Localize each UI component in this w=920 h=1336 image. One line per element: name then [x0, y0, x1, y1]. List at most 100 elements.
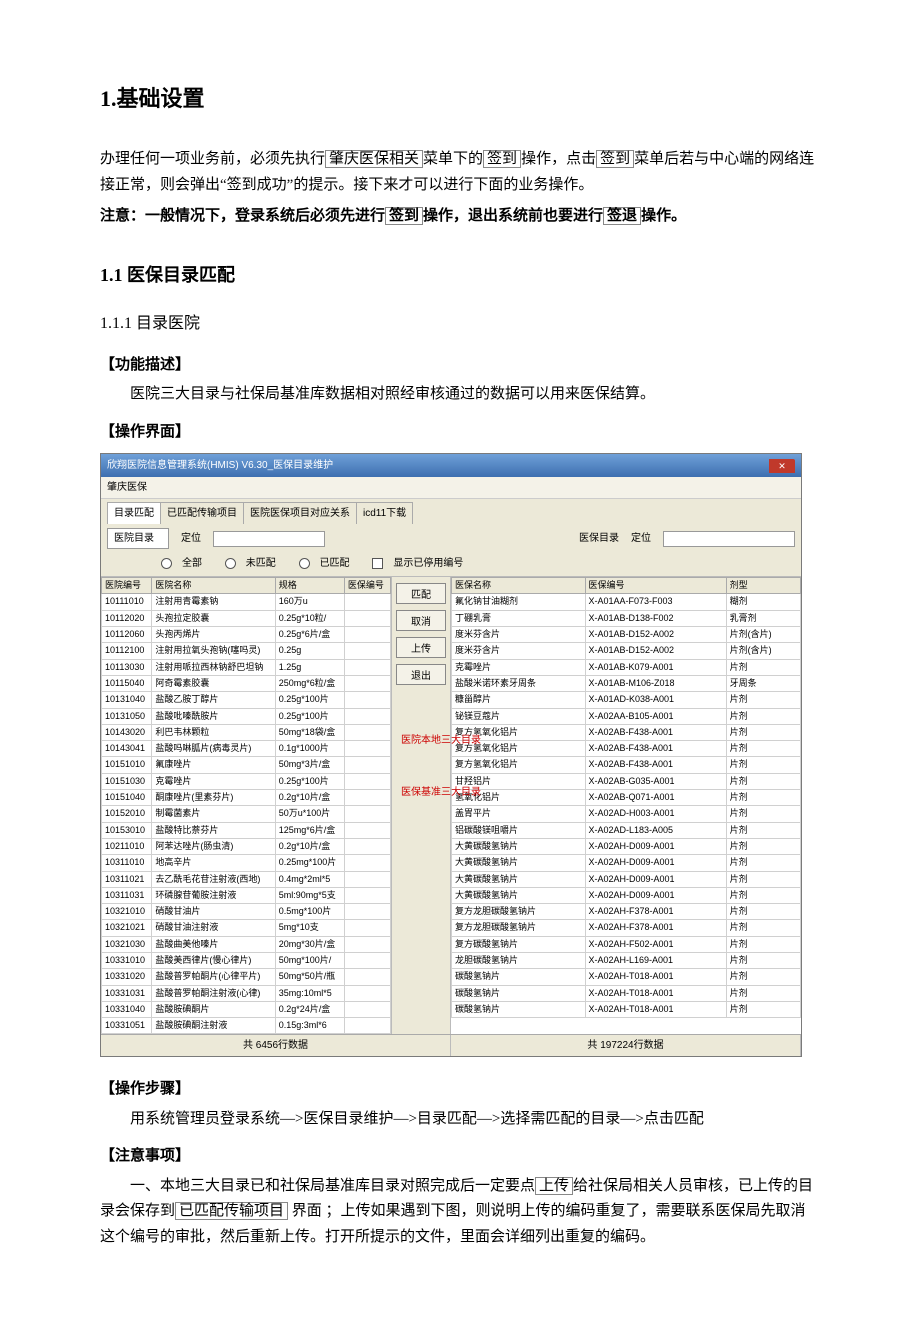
tab-icd11[interactable]: icd11下载 — [356, 502, 413, 524]
radio-matched[interactable]: 已匹配 — [299, 558, 360, 569]
table-row[interactable]: 碳酸氢钠片X-A02AH-T018-A001片剂 — [452, 1001, 801, 1017]
close-icon[interactable]: ✕ — [769, 459, 795, 473]
cell: 10143041 — [102, 741, 152, 757]
table-row[interactable]: 10331051盐酸胺碘酮注射液0.15g:3ml*6 — [102, 1018, 391, 1034]
table-row[interactable]: 10143020利巴韦林颗粒50mg*18袋/盒 — [102, 724, 391, 740]
table-row[interactable]: 10151040酮康唑片(里素芬片)0.2g*10片/盒 — [102, 790, 391, 806]
cell: 龙胆碳酸氢钠片 — [452, 953, 586, 969]
table-row[interactable]: 10112060头孢丙烯片0.25g*6片/盒 — [102, 627, 391, 643]
table-row[interactable]: 糠甾醇片X-A01AD-K038-A001片剂 — [452, 692, 801, 708]
table-row[interactable]: 10153010盐酸特比萘芬片125mg*6片/盒 — [102, 822, 391, 838]
cell — [344, 936, 390, 952]
table-row[interactable]: 大黄碳酸氢钠片X-A02AH-D009-A001片剂 — [452, 855, 801, 871]
cell: 碳酸氢钠片 — [452, 969, 586, 985]
cell — [344, 627, 390, 643]
upload-button[interactable]: 上传 — [396, 637, 446, 658]
cell: 10311031 — [102, 887, 152, 903]
table-row[interactable]: 复方氢氧化铝片X-A02AB-F438-A001片剂 — [452, 741, 801, 757]
table-row[interactable]: 10321021硝酸甘油注射液5mg*10支 — [102, 920, 391, 936]
cell: 碳酸氢钠片 — [452, 985, 586, 1001]
table-row[interactable]: 氢氧化铝片X-A02AB-Q071-A001片剂 — [452, 790, 801, 806]
table-row[interactable]: 10111010注射用青霉素钠160万u — [102, 594, 391, 610]
boxed-term: 已匹配传输项目 — [175, 1202, 288, 1220]
tab-matched-upload[interactable]: 已匹配传输项目 — [160, 502, 244, 524]
table-row[interactable]: 10112100注射用拉氧头孢钠(噻吗灵)0.25g — [102, 643, 391, 659]
table-row[interactable]: 龙胆碳酸氢钠片X-A02AH-L169-A001片剂 — [452, 953, 801, 969]
table-row[interactable]: 度米芬含片X-A01AB-D152-A002片剂(含片) — [452, 643, 801, 659]
menu-item[interactable]: 肇庆医保 — [107, 482, 147, 493]
table-row[interactable]: 10152010制霉菌素片50万u*100片 — [102, 806, 391, 822]
cell: 片剂 — [726, 822, 800, 838]
table-row[interactable]: 10331031盐酸普罗帕酮注射液(心律)35mg:10ml*5 — [102, 985, 391, 1001]
table-row[interactable]: 复方龙胆碳酸氢钠片X-A02AH-F378-A001片剂 — [452, 920, 801, 936]
cell: 利巴韦林颗粒 — [152, 724, 275, 740]
locate-input-left[interactable] — [213, 531, 325, 547]
cell: 复方碳酸氢钠片 — [452, 936, 586, 952]
table-row[interactable]: 10321010硝酸甘油片0.5mg*100片 — [102, 904, 391, 920]
table-row[interactable]: 复方氢氧化铝片X-A02AB-F438-A001片剂 — [452, 757, 801, 773]
table-row[interactable]: 大黄碳酸氢钠片X-A02AH-D009-A001片剂 — [452, 871, 801, 887]
table-row[interactable]: 10211010阿苯达唑片(肠虫清)0.2g*10片/盒 — [102, 838, 391, 854]
hospital-grid[interactable]: 医院编号医院名称规格医保编号10111010注射用青霉素钠160万u101120… — [101, 577, 391, 1034]
table-row[interactable]: 甘羟铝片X-A02AB-G035-A001片剂 — [452, 773, 801, 789]
cell — [344, 692, 390, 708]
table-row[interactable]: 复方碳酸氢钠片X-A02AH-F502-A001片剂 — [452, 936, 801, 952]
table-row[interactable]: 复方龙胆碳酸氢钠片X-A02AH-F378-A001片剂 — [452, 904, 801, 920]
table-row[interactable]: 10311010地高辛片0.25mg*100片 — [102, 855, 391, 871]
cancel-button[interactable]: 取消 — [396, 610, 446, 631]
tab-hospital-relation[interactable]: 医院医保项目对应关系 — [243, 502, 357, 524]
table-row[interactable]: 10311021去乙酰毛花苷注射液(西地)0.4mg*2ml*5 — [102, 871, 391, 887]
table-row[interactable]: 复方氢氧化铝片X-A02AB-F438-A001片剂 — [452, 724, 801, 740]
table-row[interactable]: 10311031环磷腺苷葡胺注射液5ml:90mg*5支 — [102, 887, 391, 903]
table-row[interactable]: 10321030盐酸曲美他嗪片20mg*30片/盒 — [102, 936, 391, 952]
table-row[interactable]: 10131050盐酸吡嗪酰胺片0.25g*100片 — [102, 708, 391, 724]
cell: 10311021 — [102, 871, 152, 887]
table-row[interactable]: 10331020盐酸普罗帕酮片(心律平片)50mg*50片/瓶 — [102, 969, 391, 985]
radio-unmatched[interactable]: 未匹配 — [225, 558, 286, 569]
table-row[interactable]: 盐酸米诺环素牙周条X-A01AB-M106-Z018牙周条 — [452, 675, 801, 691]
table-row[interactable]: 碳酸氢钠片X-A02AH-T018-A001片剂 — [452, 969, 801, 985]
table-row[interactable]: 10151010氟康唑片50mg*3片/盒 — [102, 757, 391, 773]
cell: 片剂 — [726, 741, 800, 757]
table-row[interactable]: 10143041盐酸吗啉胍片(病毒灵片)0.1g*1000片 — [102, 741, 391, 757]
table-row[interactable]: 克霉唑片X-A01AB-K079-A001片剂 — [452, 659, 801, 675]
checkbox-show-disabled[interactable]: 显示已停用编号 — [372, 558, 473, 569]
table-row[interactable]: 丁硼乳膏X-A01AB-D138-F002乳膏剂 — [452, 610, 801, 626]
table-row[interactable]: 10131040盐酸乙胺丁醇片0.25g*100片 — [102, 692, 391, 708]
table-row[interactable]: 10113030注射用哌拉西林钠舒巴坦钠1.25g — [102, 659, 391, 675]
cell: 10321010 — [102, 904, 152, 920]
table-row[interactable]: 碳酸氢钠片X-A02AH-T018-A001片剂 — [452, 985, 801, 1001]
table-row[interactable]: 10331010盐酸美西律片(慢心律片)50mg*100片/ — [102, 953, 391, 969]
table-row[interactable]: 氟化钠甘油糊剂X-A01AA-F073-F003糊剂 — [452, 594, 801, 610]
insurance-grid[interactable]: 医保名称医保编号剂型氟化钠甘油糊剂X-A01AA-F073-F003糊剂丁硼乳膏… — [451, 577, 801, 1018]
radio-all[interactable]: 全部 — [161, 558, 212, 569]
cell — [344, 871, 390, 887]
table-row[interactable]: 铝碳酸镁咀嚼片X-A02AD-L183-A005片剂 — [452, 822, 801, 838]
cell: X-A02AH-T018-A001 — [585, 1001, 726, 1017]
table-row[interactable]: 10151030克霉唑片0.25g*100片 — [102, 773, 391, 789]
cell: X-A02AH-F378-A001 — [585, 904, 726, 920]
table-row[interactable]: 10115040阿奇霉素胶囊250mg*6粒/盒 — [102, 675, 391, 691]
action-pane: 匹配 取消 上传 退出 — [392, 577, 451, 1034]
table-row[interactable]: 度米芬含片X-A01AB-D152-A002片剂(含片) — [452, 627, 801, 643]
cell: 盐酸胺碘酮注射液 — [152, 1018, 275, 1034]
cell: 0.2g*10片/盒 — [275, 790, 344, 806]
table-row[interactable]: 大黄碳酸氢钠片X-A02AH-D009-A001片剂 — [452, 838, 801, 854]
table-row[interactable]: 10112020头孢拉定胶囊0.25g*10粒/ — [102, 610, 391, 626]
hospital-catalog-dropdown[interactable]: 医院目录 — [107, 528, 169, 549]
cell: 片剂 — [726, 692, 800, 708]
match-button[interactable]: 匹配 — [396, 583, 446, 604]
exit-button[interactable]: 退出 — [396, 664, 446, 685]
tab-catalog-match[interactable]: 目录匹配 — [107, 502, 161, 524]
cell: 片剂 — [726, 659, 800, 675]
table-row[interactable]: 10331040盐酸胺碘酮片0.2g*24片/盒 — [102, 1001, 391, 1017]
cell: X-A01AA-F073-F003 — [585, 594, 726, 610]
table-row[interactable]: 盖胃平片X-A02AD-H003-A001片剂 — [452, 806, 801, 822]
table-row[interactable]: 大黄碳酸氢钠片X-A02AH-D009-A001片剂 — [452, 887, 801, 903]
locate-input-right[interactable] — [663, 531, 795, 547]
insurance-catalog-label: 医保目录 — [579, 530, 619, 547]
table-row[interactable]: 铋镁豆蔻片X-A02AA-B105-A001片剂 — [452, 708, 801, 724]
cell: 阿苯达唑片(肠虫清) — [152, 838, 275, 854]
intro-p2: 注意：一般情况下，登录系统后必须先进行签到操作，退出系统前也要进行签退操作。 — [100, 204, 820, 230]
col-header: 规格 — [275, 578, 344, 594]
